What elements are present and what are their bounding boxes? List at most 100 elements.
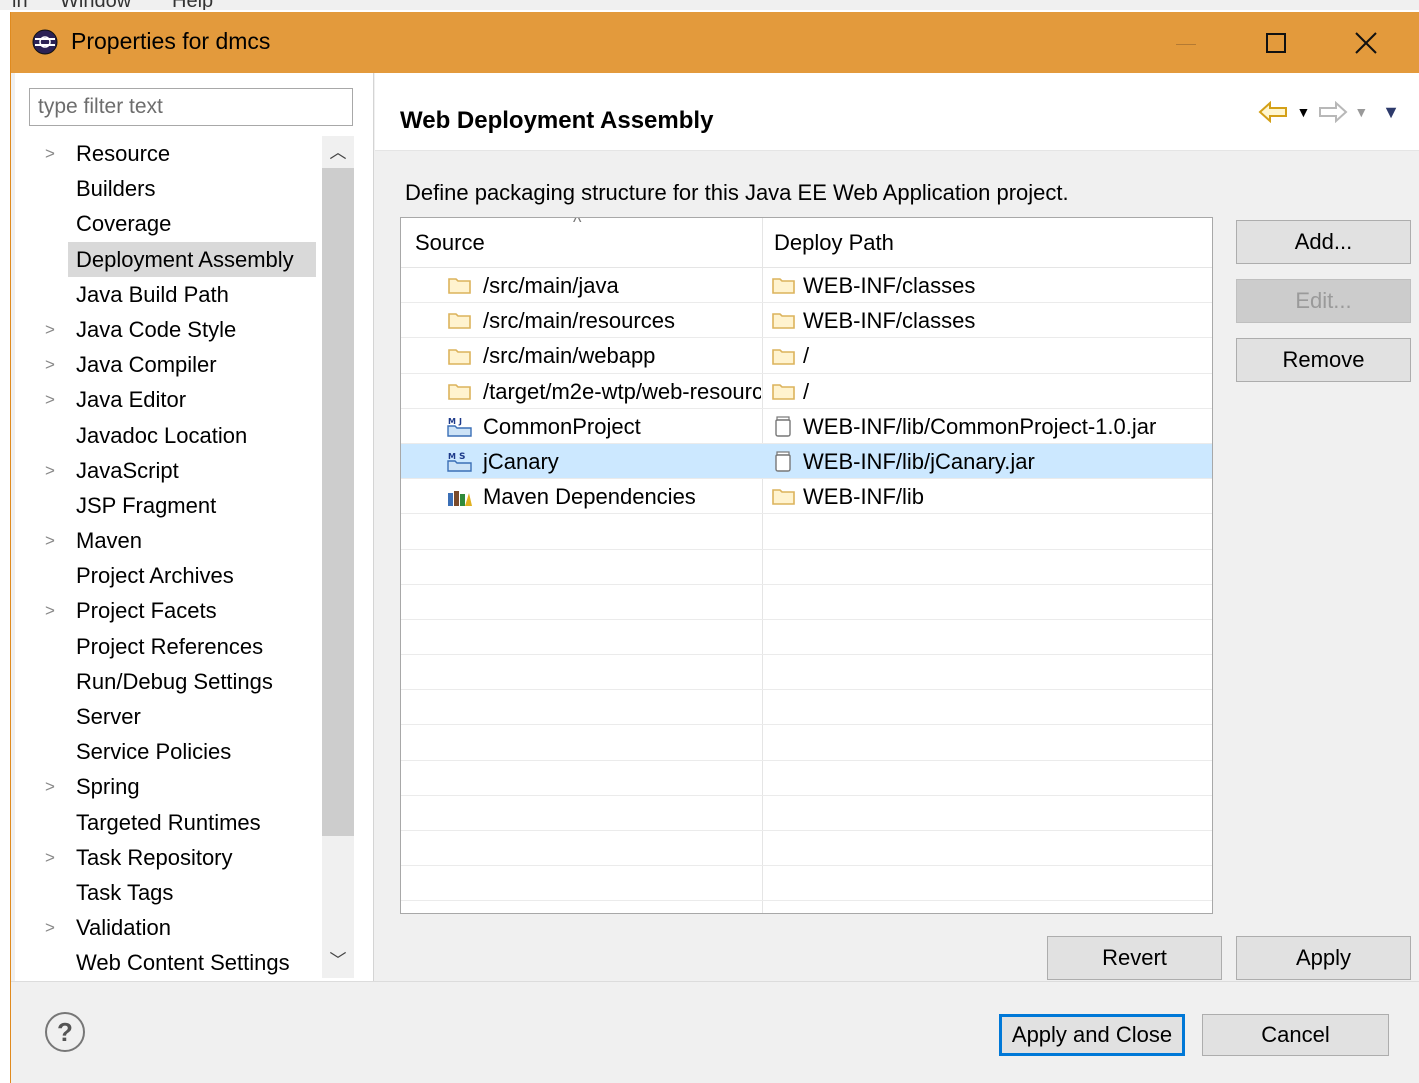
chevron-right-icon[interactable]: > (45, 453, 59, 488)
tree-item[interactable]: Targeted Runtimes (15, 805, 325, 840)
deploy-path-text: / (803, 378, 810, 404)
tree-item[interactable]: JSP Fragment (15, 488, 325, 523)
empty-table-row (401, 620, 1212, 656)
tree-item[interactable]: > Java Editor (15, 382, 325, 417)
property-page-tree: > Resource Builders Coverage Deployment Asse… (15, 136, 325, 981)
scrollbar-thumb[interactable] (322, 168, 354, 836)
source-text: /src/main/resources (483, 308, 675, 334)
tree-item[interactable]: Javadoc Location (15, 418, 325, 453)
tree-item[interactable]: > Java Compiler (15, 347, 325, 382)
table-row[interactable]: M SjCanary WEB-INF/lib/jCanary.jar (401, 443, 1212, 480)
maximize-button[interactable] (1231, 12, 1321, 73)
source-text: /src/main/webapp (483, 343, 656, 369)
minimize-button[interactable] (1141, 12, 1231, 73)
tree-item[interactable]: > Task Repository (15, 840, 325, 875)
tree-item[interactable]: Task Tags (15, 875, 325, 910)
deploy-path-cell: WEB-INF/classes (771, 268, 1211, 303)
tree-item[interactable]: > JavaScript (15, 453, 325, 488)
empty-table-row (401, 585, 1212, 620)
filter-input[interactable] (29, 88, 353, 126)
apply-and-close-button[interactable]: Apply and Close (999, 1014, 1185, 1056)
tree-item[interactable]: Project Archives (15, 558, 325, 593)
edit-button[interactable]: Edit... (1236, 279, 1411, 323)
empty-table-row (401, 866, 1212, 902)
jar-icon (775, 416, 791, 437)
tree-item[interactable]: Server (15, 699, 325, 734)
chevron-right-icon[interactable]: > (45, 382, 59, 417)
sort-ascending-icon: ^ (573, 217, 582, 232)
tree-item[interactable]: Run/Debug Settings (15, 664, 325, 699)
chevron-right-icon[interactable]: > (45, 347, 59, 382)
cancel-button[interactable]: Cancel (1202, 1014, 1389, 1056)
menu-item-run[interactable]: in (12, 0, 28, 10)
tree-item[interactable]: > Maven (15, 523, 325, 558)
tree-item-label: Project Archives (76, 563, 234, 589)
forward-arrow-icon[interactable] (1316, 101, 1348, 123)
tree-item-label: Java Editor (76, 387, 187, 413)
tree-item[interactable]: Java Build Path (15, 277, 325, 312)
empty-table-row (401, 550, 1212, 585)
folder-icon (772, 278, 795, 294)
revert-button[interactable]: Revert (1047, 936, 1222, 980)
svg-text:M: M (448, 417, 456, 426)
tree-item[interactable]: > Resource (15, 136, 325, 171)
jar-icon (775, 451, 791, 472)
folder-icon (772, 489, 795, 506)
chevron-right-icon[interactable]: > (45, 136, 59, 171)
tree-item-label: JavaScript (76, 457, 179, 483)
tree-item[interactable]: > Spring (15, 769, 325, 804)
forward-dropdown-icon[interactable]: ▼ (1354, 104, 1368, 120)
chevron-right-icon[interactable]: > (45, 312, 59, 347)
close-button[interactable] (1321, 12, 1411, 73)
chevron-right-icon[interactable]: > (45, 769, 59, 804)
table-row[interactable]: /src/main/resources WEB-INF/classes (401, 303, 1212, 339)
tree-item[interactable]: Deployment Assembly (15, 241, 325, 277)
tree-item-label: Task Tags (76, 879, 174, 905)
help-icon[interactable]: ? (45, 1012, 85, 1052)
tree-item[interactable]: > Java Code Style (15, 312, 325, 347)
empty-table-row (401, 831, 1212, 867)
empty-table-row (401, 514, 1212, 550)
tree-item[interactable]: Project References (15, 629, 325, 664)
tree-item-label: Java Build Path (76, 281, 229, 307)
back-dropdown-icon[interactable]: ▼ (1296, 104, 1310, 120)
folder-icon (772, 383, 795, 400)
chevron-down-icon[interactable]: ﹀ (322, 946, 354, 976)
tree-item-label: Java Code Style (76, 316, 237, 342)
tree-item[interactable]: Builders (15, 171, 325, 206)
chevron-right-icon[interactable]: > (45, 593, 59, 628)
table-row[interactable]: /src/main/java WEB-INF/classes (401, 268, 1212, 304)
table-row[interactable]: /target/m2e-wtp/web-resources / (401, 374, 1212, 409)
tree-item[interactable]: Service Policies (15, 734, 325, 769)
source-text: jCanary (483, 448, 559, 474)
remove-button[interactable]: Remove (1236, 338, 1411, 382)
title-bar[interactable]: Properties for dmcs (11, 12, 1419, 73)
page-description: Define packaging structure for this Java… (405, 180, 1069, 205)
column-header-deploy-path[interactable]: Deploy Path (774, 230, 894, 256)
tree-item[interactable]: Web Content Settings (15, 945, 325, 980)
tree-item[interactable]: > Project Facets (15, 593, 325, 628)
chevron-up-icon[interactable]: ︿ (322, 138, 354, 168)
chevron-right-icon[interactable]: > (45, 910, 59, 945)
apply-button[interactable]: Apply (1236, 936, 1411, 980)
table-row[interactable]: Maven Dependencies WEB-INF/lib (401, 479, 1212, 515)
tree-item-label: Java Compiler (76, 352, 217, 378)
source-cell: /target/m2e-wtp/web-resources (447, 374, 761, 409)
menu-item-window[interactable]: Window (60, 0, 131, 10)
column-header-source[interactable]: Source (415, 230, 485, 256)
back-arrow-icon[interactable] (1258, 101, 1290, 123)
tree-item[interactable]: Coverage (15, 206, 325, 241)
chevron-right-icon[interactable]: > (45, 840, 59, 875)
view-menu-icon[interactable]: ▼ (1382, 102, 1400, 123)
table-row[interactable]: /src/main/webapp / (401, 338, 1212, 374)
menu-item-help[interactable]: Help (172, 0, 213, 10)
svg-text:M: M (448, 452, 456, 461)
close-icon (1355, 31, 1377, 54)
tree-item[interactable]: > Validation (15, 910, 325, 945)
table-row[interactable]: M J CommonProject WEB-INF/lib/CommonProject… (401, 409, 1212, 444)
tree-item-label: Maven (76, 528, 143, 554)
deploy-path-cell: / (771, 374, 1211, 409)
tree-scrollbar[interactable]: ︿ ﹀ (322, 136, 354, 978)
add-button[interactable]: Add... (1236, 220, 1411, 264)
chevron-right-icon[interactable]: > (45, 523, 59, 558)
